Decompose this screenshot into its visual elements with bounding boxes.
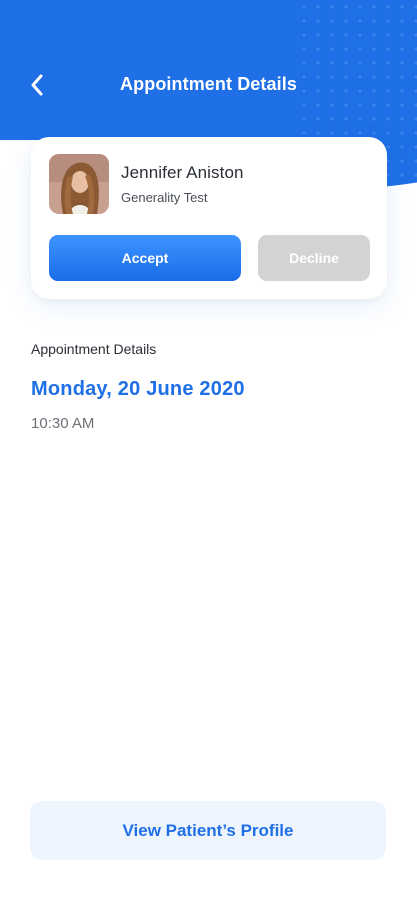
decline-button[interactable]: Decline [258, 235, 370, 281]
page-title: Appointment Details [120, 74, 297, 94]
avatar [49, 154, 109, 214]
appointment-details-label: Appointment Details [31, 341, 157, 357]
patient-subtitle: Generality Test [121, 190, 208, 205]
appointment-date: Monday, 20 June 2020 [31, 378, 245, 400]
patient-name: Jennifer Aniston [121, 163, 244, 182]
appointment-time: 10:30 AM [31, 415, 95, 432]
patient-photo-icon [49, 154, 109, 214]
accept-button[interactable]: Accept [49, 235, 241, 281]
appointment-details-screen: Appointment Details Jennifer Aniston Gen… [0, 0, 417, 900]
patient-card: Jennifer Aniston Generality Test Accept … [31, 137, 387, 299]
view-patient-profile-button[interactable]: View Patient’s Profile [30, 801, 386, 860]
